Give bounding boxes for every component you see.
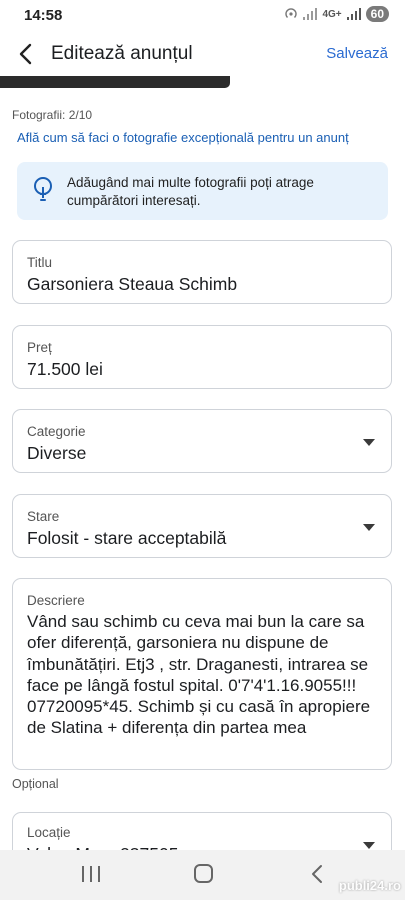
- recents-icon[interactable]: [82, 866, 100, 882]
- condition-label: Stare: [27, 509, 60, 524]
- status-bar: 14:58 4G+ 60: [0, 0, 405, 32]
- location-label: Locație: [27, 825, 71, 840]
- price-value[interactable]: 71.500 lei: [27, 359, 103, 380]
- home-icon[interactable]: [194, 864, 213, 883]
- condition-value: Folosit - stare acceptabilă: [27, 528, 227, 548]
- hotspot-icon: [285, 8, 298, 18]
- title-label: Titlu: [27, 255, 53, 270]
- back-icon[interactable]: [310, 864, 324, 884]
- caret-down-icon: [363, 524, 375, 531]
- price-field[interactable]: Preț 71.500 lei: [12, 325, 392, 389]
- caret-down-icon: [363, 439, 375, 446]
- title-field[interactable]: Titlu Garsoniera Steaua Schimb: [12, 240, 392, 304]
- signal-icon-2: [346, 8, 361, 20]
- description-value[interactable]: Vând sau schimb cu ceva mai bun la care …: [27, 611, 383, 739]
- category-value: Diverse: [27, 443, 87, 463]
- description-field[interactable]: Descriere Vând sau schimb cu ceva mai bu…: [12, 578, 392, 770]
- condition-select[interactable]: Stare Folosit - stare acceptabilă: [12, 494, 392, 558]
- title-value[interactable]: Garsoniera Steaua Schimb: [27, 274, 237, 295]
- network-type: 4G+: [322, 8, 342, 20]
- signal-icon: [303, 8, 318, 20]
- battery-indicator: 60: [365, 6, 389, 22]
- arrow-left-icon: [19, 43, 32, 65]
- caret-down-icon: [363, 842, 375, 849]
- photo-count: Fotografii: 2/10: [12, 108, 93, 122]
- status-icons: 4G+ 60: [284, 6, 389, 22]
- status-time: 14:58: [24, 7, 63, 24]
- app-header: Editează anunțul Salvează: [0, 32, 405, 76]
- lightbulb-icon: [34, 177, 52, 201]
- price-label: Preț: [27, 340, 52, 355]
- photo-tips-link[interactable]: Află cum să faci o fotografie excepționa…: [17, 130, 349, 145]
- watermark: publi24.ro: [338, 878, 401, 893]
- category-label: Categorie: [27, 424, 86, 439]
- info-box: Adăugând mai multe fotografii poți atrag…: [17, 162, 388, 220]
- optional-label: Opțional: [12, 777, 59, 791]
- photo-thumbnail-strip[interactable]: [0, 76, 230, 88]
- page-title: Editează anunțul: [51, 43, 193, 64]
- category-select[interactable]: Categorie Diverse: [12, 409, 392, 473]
- save-button[interactable]: Salvează: [326, 45, 388, 62]
- description-label: Descriere: [27, 593, 85, 608]
- info-text: Adăugând mai multe fotografii poți atrag…: [67, 175, 314, 208]
- back-button[interactable]: [12, 40, 40, 68]
